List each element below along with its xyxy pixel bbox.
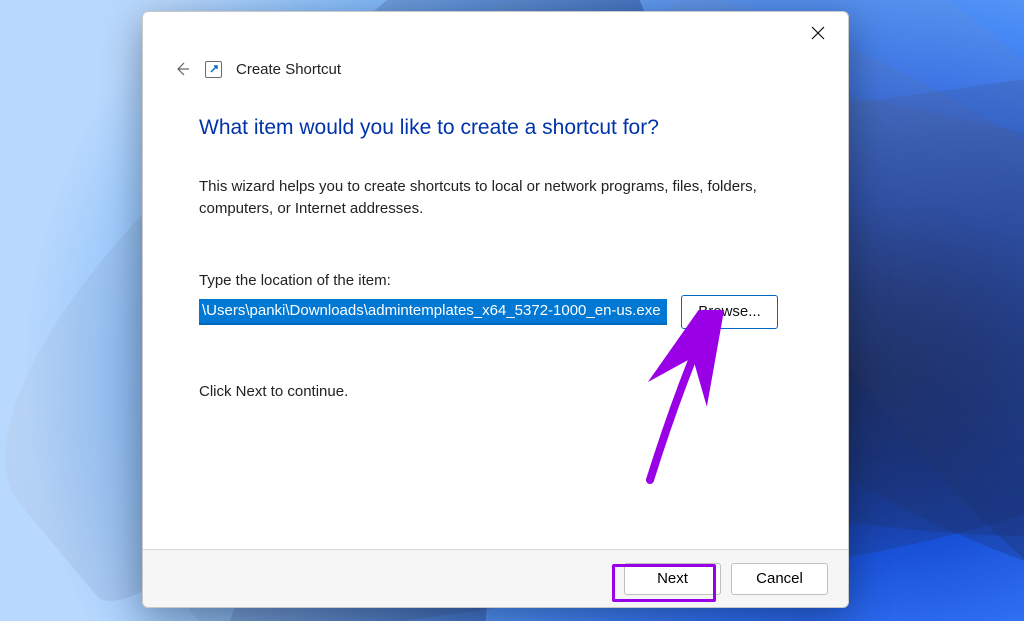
back-button[interactable] bbox=[173, 60, 191, 78]
close-icon bbox=[811, 26, 825, 40]
back-arrow-icon bbox=[174, 61, 190, 77]
titlebar bbox=[143, 12, 848, 54]
shortcut-icon bbox=[205, 61, 222, 78]
dialog-content: What item would you like to create a sho… bbox=[143, 98, 848, 549]
cancel-button[interactable]: Cancel bbox=[731, 563, 828, 595]
dialog-header: Create Shortcut bbox=[143, 54, 848, 98]
browse-button[interactable]: Browse... bbox=[681, 295, 778, 329]
create-shortcut-dialog: Create Shortcut What item would you like… bbox=[142, 11, 849, 608]
dialog-footer: Next Cancel bbox=[143, 549, 848, 607]
heading: What item would you like to create a sho… bbox=[199, 116, 792, 140]
explain-text: This wizard helps you to create shortcut… bbox=[199, 176, 759, 220]
dialog-title: Create Shortcut bbox=[236, 61, 341, 78]
close-button[interactable] bbox=[796, 17, 840, 49]
location-input[interactable] bbox=[199, 299, 667, 325]
continue-text: Click Next to continue. bbox=[199, 383, 792, 400]
next-button[interactable]: Next bbox=[624, 563, 721, 595]
location-label: Type the location of the item: bbox=[199, 272, 792, 289]
